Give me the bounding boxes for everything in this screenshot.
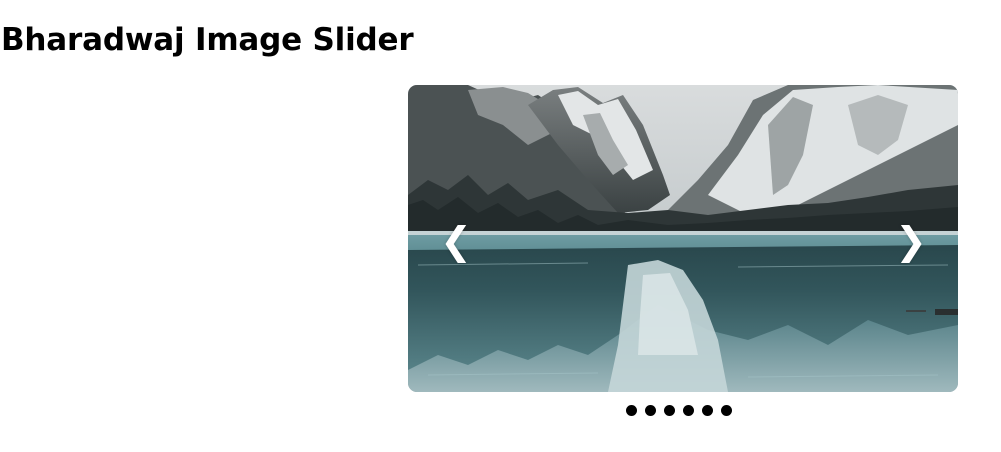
prev-slide-button[interactable]: ❮ [440,219,472,263]
slide-dot-2[interactable] [645,404,656,416]
slide-dot-3[interactable] [664,404,675,416]
slide-dot-6[interactable] [721,404,732,416]
slide-dot-4[interactable] [683,404,694,416]
slide-image [408,85,958,392]
slide-indicator-dots [626,403,732,417]
slide-dot-1[interactable] [626,404,637,416]
slide-dot-5[interactable] [702,404,713,416]
image-slider: ❮ ❯ [408,85,958,392]
next-slide-button[interactable]: ❯ [895,219,927,263]
page-title: Bharadwaj Image Slider [1,22,414,58]
